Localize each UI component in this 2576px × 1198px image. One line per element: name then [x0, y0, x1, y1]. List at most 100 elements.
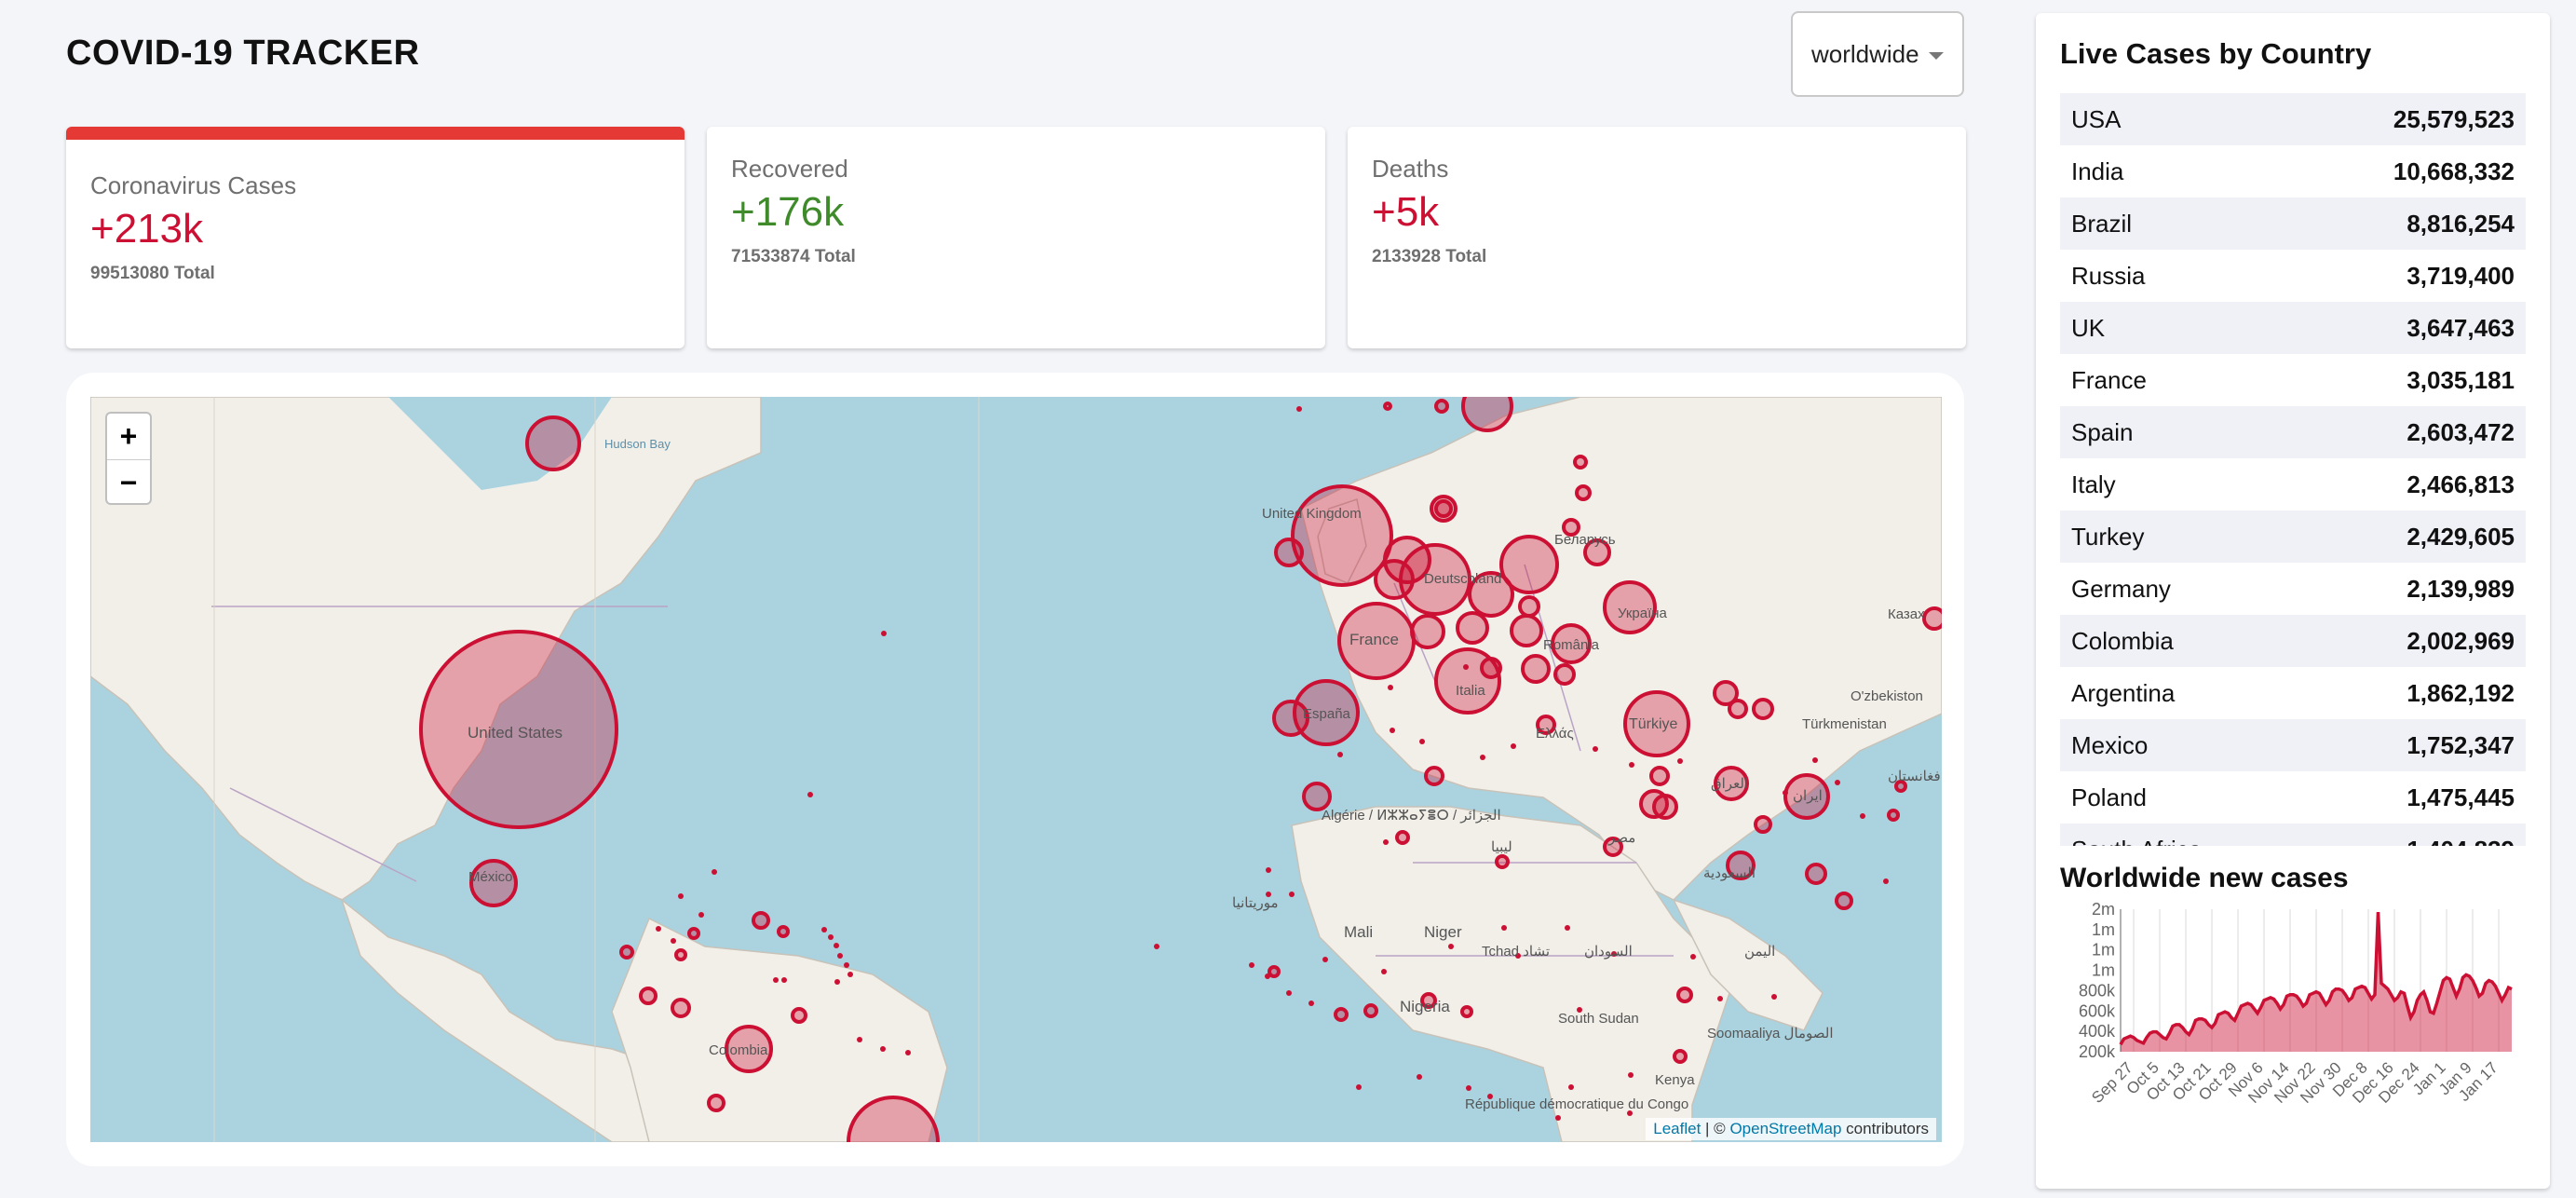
map-label-us: United States — [468, 724, 563, 742]
country-cases: 10,668,332 — [2393, 157, 2515, 185]
circle-jamaica — [687, 927, 700, 940]
map-canvas[interactable]: United States Hudson Bay México Colombia… — [90, 397, 1942, 1142]
zoom-out-button[interactable]: − — [107, 459, 150, 503]
country-row: UK 3,647,463 — [2060, 302, 2526, 354]
country-name: Argentina — [2071, 678, 2176, 707]
new-cases-chart: 2m 1m 1m 1m 800k 600k 400k 200k Sep 27 Oct 5 Oct 1… — [2060, 898, 2526, 1140]
country-cases: 1,752,347 — [2407, 730, 2515, 759]
circle-belgium — [1374, 559, 1415, 600]
circle-canada — [525, 415, 581, 471]
country-row: Argentina 1,862,192 — [2060, 667, 2526, 719]
country-row: France 3,035,181 — [2060, 354, 2526, 406]
map-attribution: Leaflet | © OpenStreetMap contributors — [1646, 1118, 1936, 1140]
cases-today: +213k — [90, 206, 204, 252]
map-label-greece: Ελλάς — [1536, 726, 1574, 742]
map-label-france: France — [1349, 631, 1399, 648]
leaflet-link[interactable]: Leaflet — [1653, 1120, 1701, 1137]
y-tick-label: 1m — [2092, 961, 2115, 980]
circle-libya — [1495, 854, 1510, 869]
y-tick-label: 600k — [2079, 1001, 2116, 1020]
circle-panama — [671, 998, 691, 1018]
country-select-value: worldwide — [1811, 39, 1919, 68]
country-cases: 2,139,989 — [2407, 574, 2515, 603]
map-label-hudson: Hudson Bay — [604, 437, 671, 451]
country-row: Germany 2,139,989 — [2060, 563, 2526, 615]
circle-senegal — [1268, 965, 1281, 978]
map-label-egypt: مصر — [1607, 830, 1635, 846]
map-label-iran: ایران — [1793, 788, 1823, 804]
chart-title: Worldwide new cases — [2060, 863, 2349, 893]
country-cases: 3,719,400 — [2407, 261, 2515, 290]
circle-guatemala — [639, 987, 658, 1005]
recovered-total: 71533874 Total — [731, 247, 856, 266]
map-label-belarus: Беларусь — [1554, 532, 1616, 548]
circle-switz — [1410, 614, 1445, 649]
circle-puertorico — [674, 948, 687, 961]
country-select[interactable]: worldwide — [1791, 11, 1964, 97]
circle-kuwait — [1754, 815, 1772, 834]
attribution-separator: | © — [1701, 1120, 1730, 1137]
circle-serbia — [1521, 654, 1551, 684]
map-label-spain: España — [1303, 706, 1351, 722]
circle-kenya — [1673, 1049, 1688, 1064]
recovered-card[interactable]: Recovered +176k 71533874 Total — [707, 127, 1325, 348]
country-cases: 1,404,839 — [2407, 836, 2515, 847]
country-cases: 8,816,254 — [2407, 209, 2515, 238]
circle-ivory — [1334, 1007, 1349, 1022]
country-table[interactable]: USA 25,579,523 India 10,668,332 Brazil 8,816,… — [2060, 93, 2526, 846]
map-label-libya: ليبيا — [1491, 839, 1512, 855]
circle-cuba — [752, 911, 770, 930]
deaths-today: +5k — [1372, 189, 1440, 235]
country-row: Brazil 8,816,254 — [2060, 197, 2526, 250]
circle-ghana — [1363, 1003, 1378, 1018]
circle-pakistan — [1887, 809, 1900, 822]
country-row: Poland 1,475,445 — [2060, 771, 2526, 824]
zoom-in-button[interactable]: + — [107, 414, 150, 459]
country-row: Russia 3,719,400 — [2060, 250, 2526, 302]
y-tick-label: 1m — [2092, 941, 2115, 960]
country-row: India 10,668,332 — [2060, 145, 2526, 197]
chart-svg: 2m1m1m1m800k600k400k200kSep 27Oct 5Oct 1… — [2079, 900, 2513, 1107]
map-label-romania: România — [1543, 637, 1600, 653]
circle-peru — [707, 1094, 725, 1112]
world-map[interactable]: United States Hudson Bay México Colombia… — [90, 397, 1942, 1142]
cases-card[interactable]: Coronavirus Cases +213k 99513080 Total — [66, 127, 685, 348]
map-label-mauritania: موريتانيا — [1232, 895, 1279, 911]
country-name: Spain — [2071, 417, 2134, 446]
country-name: Colombia — [2071, 626, 2174, 655]
map-label-niger: Niger — [1424, 923, 1462, 941]
map-label-kazakhstan: Казах — [1888, 606, 1925, 622]
y-tick-label: 800k — [2079, 981, 2116, 1000]
sidebar-title: Live Cases by Country — [2060, 37, 2372, 70]
map-label-chad: Tchad تشاد — [1482, 944, 1550, 960]
circle-cameroon — [1460, 1005, 1473, 1018]
y-tick-label: 1m — [2092, 920, 2115, 939]
y-tick-label: 400k — [2079, 1022, 2116, 1041]
country-row: Turkey 2,429,605 — [2060, 511, 2526, 563]
circle-croatia — [1480, 657, 1502, 679]
circle-ecuador — [791, 1007, 807, 1024]
osm-link[interactable]: OpenStreetMap — [1729, 1120, 1841, 1137]
circle-norway — [1383, 402, 1392, 411]
country-cases: 25,579,523 — [2393, 104, 2515, 133]
circle-lebanon — [1649, 766, 1670, 786]
circle-armenia — [1728, 699, 1748, 719]
map-label-sudan: السودان — [1584, 944, 1633, 960]
country-name: India — [2071, 157, 2124, 185]
zoom-control: + − — [105, 412, 152, 505]
deaths-card[interactable]: Deaths +5k 2133928 Total — [1348, 127, 1966, 348]
country-row: Mexico 1,752,347 — [2060, 719, 2526, 771]
country-row: Italy 2,466,813 — [2060, 458, 2526, 511]
circle-denmark — [1434, 499, 1453, 518]
map-label-algeria: Algérie / ⵍⵣⵣⴰⵢⴻⵔ / الجزائر — [1322, 808, 1501, 824]
circle-az — [1752, 698, 1774, 720]
circle-slovak — [1518, 595, 1540, 618]
map-label-germany: Deutschland — [1424, 571, 1501, 587]
map-panel: United States Hudson Bay México Colombia… — [66, 373, 1964, 1166]
country-name: France — [2071, 365, 2147, 394]
country-name: Italy — [2071, 470, 2116, 498]
circle-morocco — [1302, 782, 1332, 811]
circle-tunisia — [1424, 766, 1444, 786]
country-cases: 1,862,192 — [2407, 678, 2515, 707]
map-label-south-sudan: South Sudan — [1558, 1011, 1639, 1027]
